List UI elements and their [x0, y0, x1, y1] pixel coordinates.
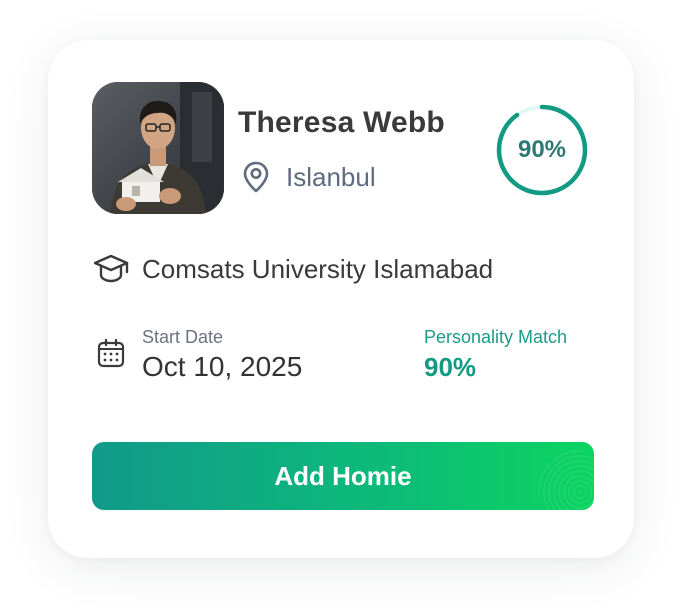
profile-photo	[92, 82, 224, 214]
match-badge: 90%	[517, 136, 567, 163]
profile-name: Theresa Webb	[238, 106, 445, 139]
location-pin-icon	[243, 161, 269, 193]
homie-profile-card[interactable]: Theresa Webb Islanbul 90% Comsats Univer…	[48, 40, 634, 558]
calendar-icon	[97, 338, 125, 368]
start-date-label: Start Date	[142, 327, 224, 347]
personality-match-label: Personality Match	[424, 327, 568, 347]
personality-match-value: 90%	[424, 352, 477, 382]
education-institution: Comsats University Islamabad	[142, 254, 494, 284]
add-homie-button[interactable]: Add Homie	[92, 442, 594, 510]
button-texture	[538, 450, 594, 510]
start-date-value: Oct 10, 2025	[142, 351, 303, 382]
graduation-cap-icon	[93, 254, 129, 283]
avatar[interactable]	[92, 82, 224, 214]
page: Theresa Webb Islanbul 90% Comsats Univer…	[0, 0, 684, 614]
profile-location: Islanbul	[286, 162, 376, 192]
add-homie-label: Add Homie	[274, 460, 412, 491]
